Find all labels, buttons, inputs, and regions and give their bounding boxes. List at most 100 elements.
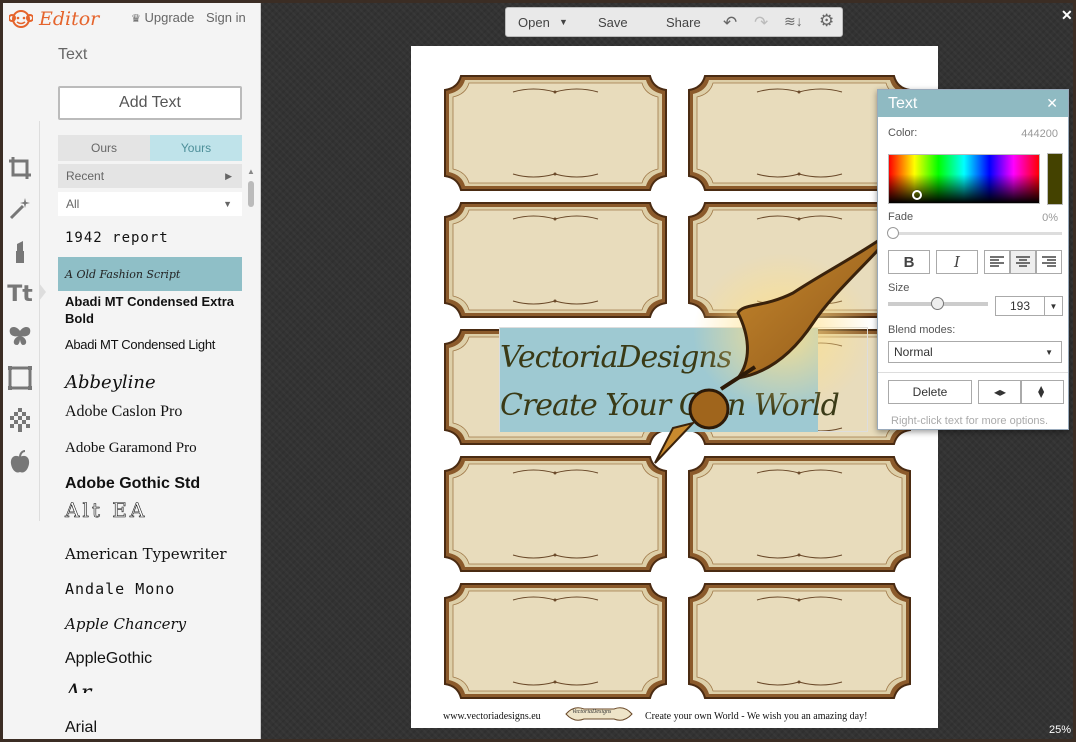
magic-wand-icon[interactable] xyxy=(6,194,34,224)
chevron-right-icon: ▶ xyxy=(225,170,232,181)
active-tool-pointer xyxy=(39,283,46,301)
panel-header: Text ✕ xyxy=(878,90,1068,117)
font-item-alt-ea[interactable]: Alt EA xyxy=(58,493,242,527)
flip-vertical-button[interactable]: ◂▸ xyxy=(1020,380,1064,404)
color-swatch xyxy=(1047,153,1063,205)
font-item-andale-mono[interactable]: Andale Mono xyxy=(58,572,242,606)
font-item-1942-report[interactable]: 1942 report xyxy=(58,221,242,255)
add-text-button[interactable]: Add Text xyxy=(58,86,242,120)
delete-button[interactable]: Delete xyxy=(888,380,972,404)
label-card xyxy=(444,75,667,191)
chevron-down-icon: ▼ xyxy=(1045,347,1053,357)
zoom-level: 25% xyxy=(1049,724,1072,736)
align-center-button[interactable] xyxy=(1010,250,1036,274)
label-card xyxy=(444,583,667,699)
tab-yours[interactable]: Yours xyxy=(150,135,242,161)
undo-icon[interactable]: ↶ xyxy=(723,13,737,33)
recent-label: Recent xyxy=(66,169,105,183)
font-item-adobe-garamond[interactable]: Adobe Garamond Pro xyxy=(58,431,242,465)
fade-value: 0% xyxy=(1042,212,1058,224)
gear-icon[interactable]: ⚙ xyxy=(819,11,834,31)
italic-button[interactable]: I xyxy=(936,250,978,274)
flip-horizontal-button[interactable]: ◂▸ xyxy=(978,380,1022,404)
panel-title: Text xyxy=(888,94,918,112)
filter-dropdown[interactable]: All ▼ xyxy=(58,192,242,216)
panel-title: Text xyxy=(58,46,88,63)
scroll-thumb[interactable] xyxy=(248,181,254,207)
blend-mode-select[interactable]: Normal ▼ xyxy=(888,341,1062,363)
upgrade-label: Upgrade xyxy=(144,10,195,25)
footer-url: www.vectoriadesigns.eu xyxy=(443,710,541,722)
bold-button[interactable]: B xyxy=(888,250,930,274)
sidebar: Editor ♛ Upgrade Sign in Text Add Text O… xyxy=(3,3,261,739)
panel-divider xyxy=(878,372,1068,373)
font-item-applegothic[interactable]: AppleGothic xyxy=(58,642,242,676)
footer-tagline: Create your own World - We wish you an a… xyxy=(645,710,868,722)
color-hex-value[interactable]: 444200 xyxy=(1021,128,1058,140)
page-footer: www.vectoriadesigns.eu VectoriaDesigns C… xyxy=(411,707,938,725)
text-line-1: VectoriaDesigns xyxy=(500,340,732,375)
tab-ours[interactable]: Ours xyxy=(58,135,150,161)
open-menu-chevron-icon[interactable]: ▼ xyxy=(559,17,568,27)
selected-text-object[interactable]: VectoriaDesigns Create Your Own World xyxy=(499,327,868,432)
fade-label: Fade xyxy=(888,211,914,223)
monkey-logo-icon xyxy=(9,10,33,28)
fade-slider-handle[interactable] xyxy=(887,227,899,239)
font-item-old-fashion-script[interactable]: A Old Fashion Script xyxy=(58,257,242,291)
recent-dropdown[interactable]: Recent ▶ xyxy=(58,164,242,188)
size-input[interactable]: 193 xyxy=(995,296,1045,316)
font-item-arial[interactable]: Arial xyxy=(58,711,242,739)
redo-icon[interactable]: ↷ xyxy=(754,13,768,33)
texture-icon[interactable] xyxy=(6,405,34,435)
share-button[interactable]: Share xyxy=(666,15,701,30)
flip-horizontal-icon: ◂▸ xyxy=(993,385,1007,399)
text-icon[interactable]: Tt xyxy=(6,279,34,309)
butterfly-icon[interactable] xyxy=(6,321,34,351)
scroll-up-icon[interactable]: ▲ xyxy=(247,167,255,176)
color-picker[interactable] xyxy=(888,154,1040,204)
font-list-scrollbar[interactable]: ▲ xyxy=(247,167,255,727)
tool-divider xyxy=(39,121,40,521)
font-item-abadi-extra-bold[interactable]: Abadi MT Condensed Extra Bold xyxy=(58,293,242,323)
size-slider-handle[interactable] xyxy=(931,297,944,310)
panel-hint: Right-click text for more options. xyxy=(891,415,1049,427)
label-card xyxy=(688,456,911,572)
color-label: Color: xyxy=(888,127,918,139)
font-item-abbeyline[interactable]: Abbeyline xyxy=(58,365,242,399)
close-icon[interactable]: ✕ xyxy=(1046,95,1058,112)
align-right-icon xyxy=(1042,256,1056,267)
apple-icon[interactable] xyxy=(6,447,34,477)
align-center-icon xyxy=(1016,256,1030,267)
font-item-apple-chancery[interactable]: Apple Chancery xyxy=(58,607,242,641)
crown-icon: ♛ xyxy=(131,13,141,25)
clipped-font-preview: Ar xyxy=(65,680,92,694)
open-button[interactable]: Open xyxy=(518,15,550,30)
font-item-adobe-caslon[interactable]: Adobe Caslon Pro xyxy=(58,395,242,429)
font-item-abadi-light[interactable]: Abadi MT Condensed Light xyxy=(58,327,242,361)
fade-slider[interactable] xyxy=(892,232,1062,235)
logo[interactable]: Editor xyxy=(9,8,99,30)
color-picker-marker[interactable] xyxy=(912,190,922,200)
close-icon[interactable]: ✕ xyxy=(1061,7,1073,24)
logo-text: Editor xyxy=(39,8,100,30)
font-item-american-typewriter[interactable]: American Typewriter xyxy=(58,537,242,571)
align-right-button[interactable] xyxy=(1036,250,1062,274)
upgrade-link[interactable]: ♛ Upgrade xyxy=(131,10,194,25)
size-dropdown-chevron-icon[interactable]: ▼ xyxy=(1045,296,1063,316)
save-button[interactable]: Save xyxy=(598,15,628,30)
app-window: Editor ♛ Upgrade Sign in Text Add Text O… xyxy=(3,3,1073,739)
lipstick-icon[interactable] xyxy=(6,237,34,267)
flip-vertical-icon: ◂▸ xyxy=(1034,385,1049,399)
label-card xyxy=(444,456,667,572)
layers-icon[interactable]: ≋↓ xyxy=(784,13,803,30)
label-card xyxy=(444,202,667,318)
font-item-clipped[interactable]: Ar xyxy=(58,679,242,694)
align-left-button[interactable] xyxy=(984,250,1010,274)
frame-icon[interactable] xyxy=(6,363,34,393)
label-card xyxy=(688,583,911,699)
size-label: Size xyxy=(888,282,910,294)
signin-link[interactable]: Sign in xyxy=(206,10,246,25)
chevron-down-icon: ▼ xyxy=(223,199,232,209)
crop-icon[interactable] xyxy=(6,153,34,183)
text-line-2: Create Your Own World xyxy=(500,388,840,423)
